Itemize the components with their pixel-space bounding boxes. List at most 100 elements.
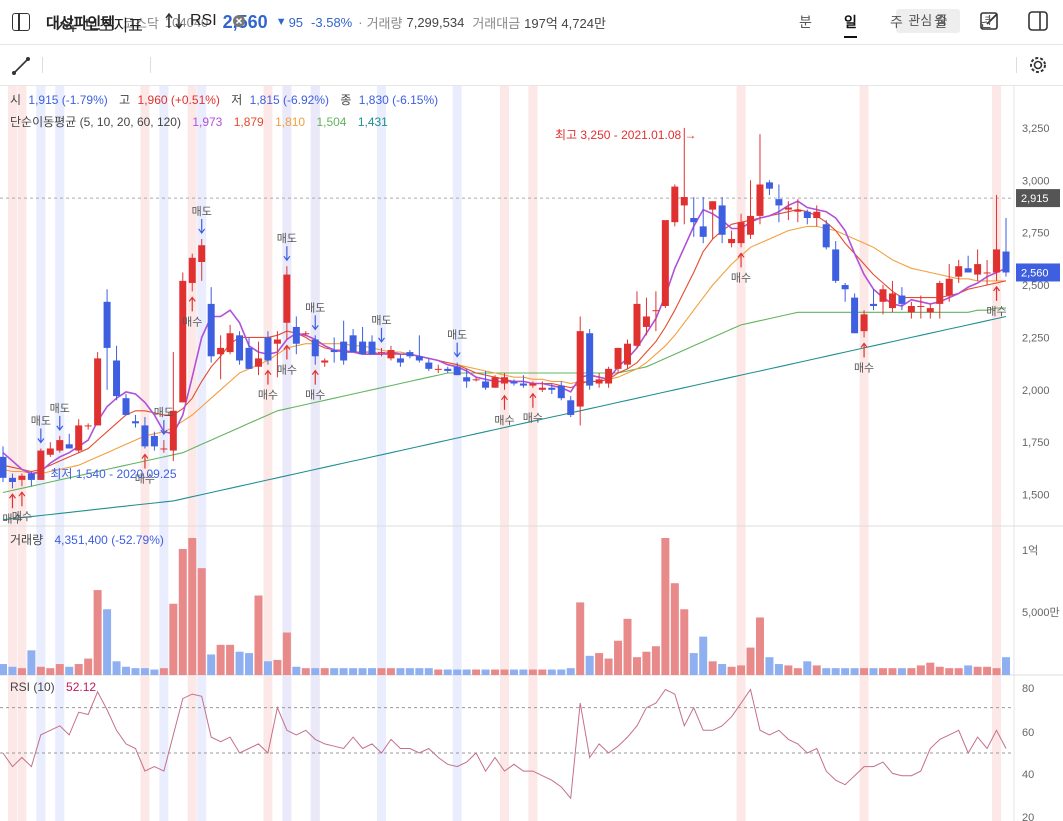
panel-layout-icon[interactable]: [1028, 11, 1048, 31]
period-year[interactable]: 년: [979, 12, 992, 32]
candle-body: [359, 341, 367, 355]
rsi-tick-80: 80: [1022, 683, 1034, 695]
volume-bar: [150, 669, 159, 675]
remove-indicator-icon[interactable]: [232, 15, 245, 27]
candle-body: [264, 337, 272, 361]
settings-gear-icon[interactable]: [1028, 55, 1048, 75]
volume-bar: [983, 666, 992, 675]
rsi-tick-40: 40: [1022, 769, 1034, 781]
candle-body: [160, 448, 168, 450]
volume-bar: [1002, 657, 1010, 675]
draw-line-icon[interactable]: [11, 56, 31, 76]
separator-dot-2: ·: [358, 14, 363, 30]
candle-body: [103, 301, 111, 348]
volume-bar: [443, 669, 452, 675]
volume-bar: [509, 669, 518, 675]
volume-bar: [812, 665, 821, 675]
candle-body: [595, 379, 603, 384]
candle-body: [747, 215, 755, 235]
sell-label: 매도: [31, 414, 51, 427]
volume-bar: [841, 668, 850, 675]
candle-body: [84, 425, 92, 427]
volume-bar: [453, 669, 462, 675]
ma120-value: 1,431: [358, 115, 388, 129]
volume-bar: [103, 609, 112, 675]
rsi-panel-label: RSI (10): [10, 680, 55, 694]
volume-bar: [178, 548, 187, 675]
buy-label: 매수: [12, 510, 32, 523]
period-month[interactable]: 월: [934, 12, 947, 32]
rsi-indicator-icon: [165, 12, 183, 30]
candle-body: [775, 199, 783, 206]
volume-bar: [528, 669, 537, 675]
current-price-label: 2,560: [1021, 267, 1049, 279]
ma-row: 단순이동평균 (5, 10, 20, 60, 120) 1,973 1,879 …: [10, 115, 388, 129]
volume-bar: [500, 669, 509, 675]
price-tick-label: 1,750: [1022, 437, 1050, 449]
period-minute[interactable]: 분: [799, 12, 812, 32]
stock-chart[interactable]: 매수매수매수매수매수매수매수매수 매수매수매수매수매도매도 매도매도매도매도매도매도…: [0, 86, 1063, 821]
buy-signal-band: [7, 86, 17, 821]
volume-bar: [699, 636, 708, 675]
sidebar-toggle-icon[interactable]: [12, 13, 30, 31]
volume-bar: [850, 668, 859, 675]
candle-body: [236, 335, 244, 361]
volume-bar: [632, 657, 641, 675]
indicator-button[interactable]: 보조지표: [56, 12, 143, 36]
close-label: 종: [340, 93, 351, 107]
candle-body: [27, 473, 35, 480]
candle-body: [907, 306, 915, 313]
ma-label: 단순이동평균 (5, 10, 20, 60, 120): [10, 115, 181, 129]
chart-toolbar: [0, 45, 1063, 86]
volume-panel-label: 거래량: [10, 533, 43, 547]
volume-bar: [263, 661, 272, 675]
volume-bar: [17, 668, 26, 675]
candle-body: [841, 285, 849, 290]
candle-body: [330, 350, 338, 353]
volume-bar: [112, 661, 121, 675]
volume-bar: [491, 669, 500, 675]
volume-bar: [424, 668, 433, 675]
candle-body: [56, 440, 64, 451]
marker-price-label: 2,915: [1021, 193, 1049, 205]
open-label: 시: [10, 93, 21, 107]
rsi-indicator-chip[interactable]: RSI: [164, 12, 245, 30]
volume-bar: [718, 664, 727, 675]
candle-body: [680, 197, 688, 206]
candle-body: [340, 341, 348, 361]
volume-bar: [746, 647, 755, 675]
volume-bar: [604, 658, 613, 675]
volume-label: 거래량: [366, 15, 403, 31]
buy-label: 매수: [305, 389, 325, 402]
candle-body: [605, 368, 613, 384]
volume-bar: [803, 661, 812, 675]
candle-body: [377, 352, 385, 354]
candle-body: [396, 358, 404, 363]
period-day[interactable]: 일: [844, 12, 857, 38]
volume-bar: [774, 664, 783, 675]
volume-bar: [46, 668, 55, 675]
volume-bar: [434, 669, 443, 675]
price-change: 95: [288, 14, 304, 30]
ma10-value: 1,879: [234, 115, 264, 129]
volume-bar: [159, 668, 168, 675]
close-value: 1,830 (-6.15%): [359, 93, 438, 107]
buy-label: 매수: [182, 315, 202, 328]
buy-signal-band: [736, 86, 746, 821]
candle-body: [141, 425, 149, 447]
buy-signal-band: [859, 86, 869, 821]
low-label: 저: [231, 93, 242, 107]
buy-signal-band: [17, 86, 27, 821]
candle-body: [784, 207, 792, 210]
open-value: 1,915 (-1.79%): [28, 93, 107, 107]
volume-bar: [670, 583, 679, 675]
volume-bar: [614, 640, 623, 675]
favorite-button[interactable]: 관심 중: [896, 9, 960, 33]
candle-body: [113, 360, 121, 397]
candle-body: [983, 272, 991, 274]
candle-body: [207, 303, 215, 357]
volume-bar: [519, 669, 528, 675]
candle-body: [652, 310, 660, 312]
period-week[interactable]: 주: [890, 12, 903, 32]
price-tick-label: 2,750: [1022, 228, 1050, 240]
